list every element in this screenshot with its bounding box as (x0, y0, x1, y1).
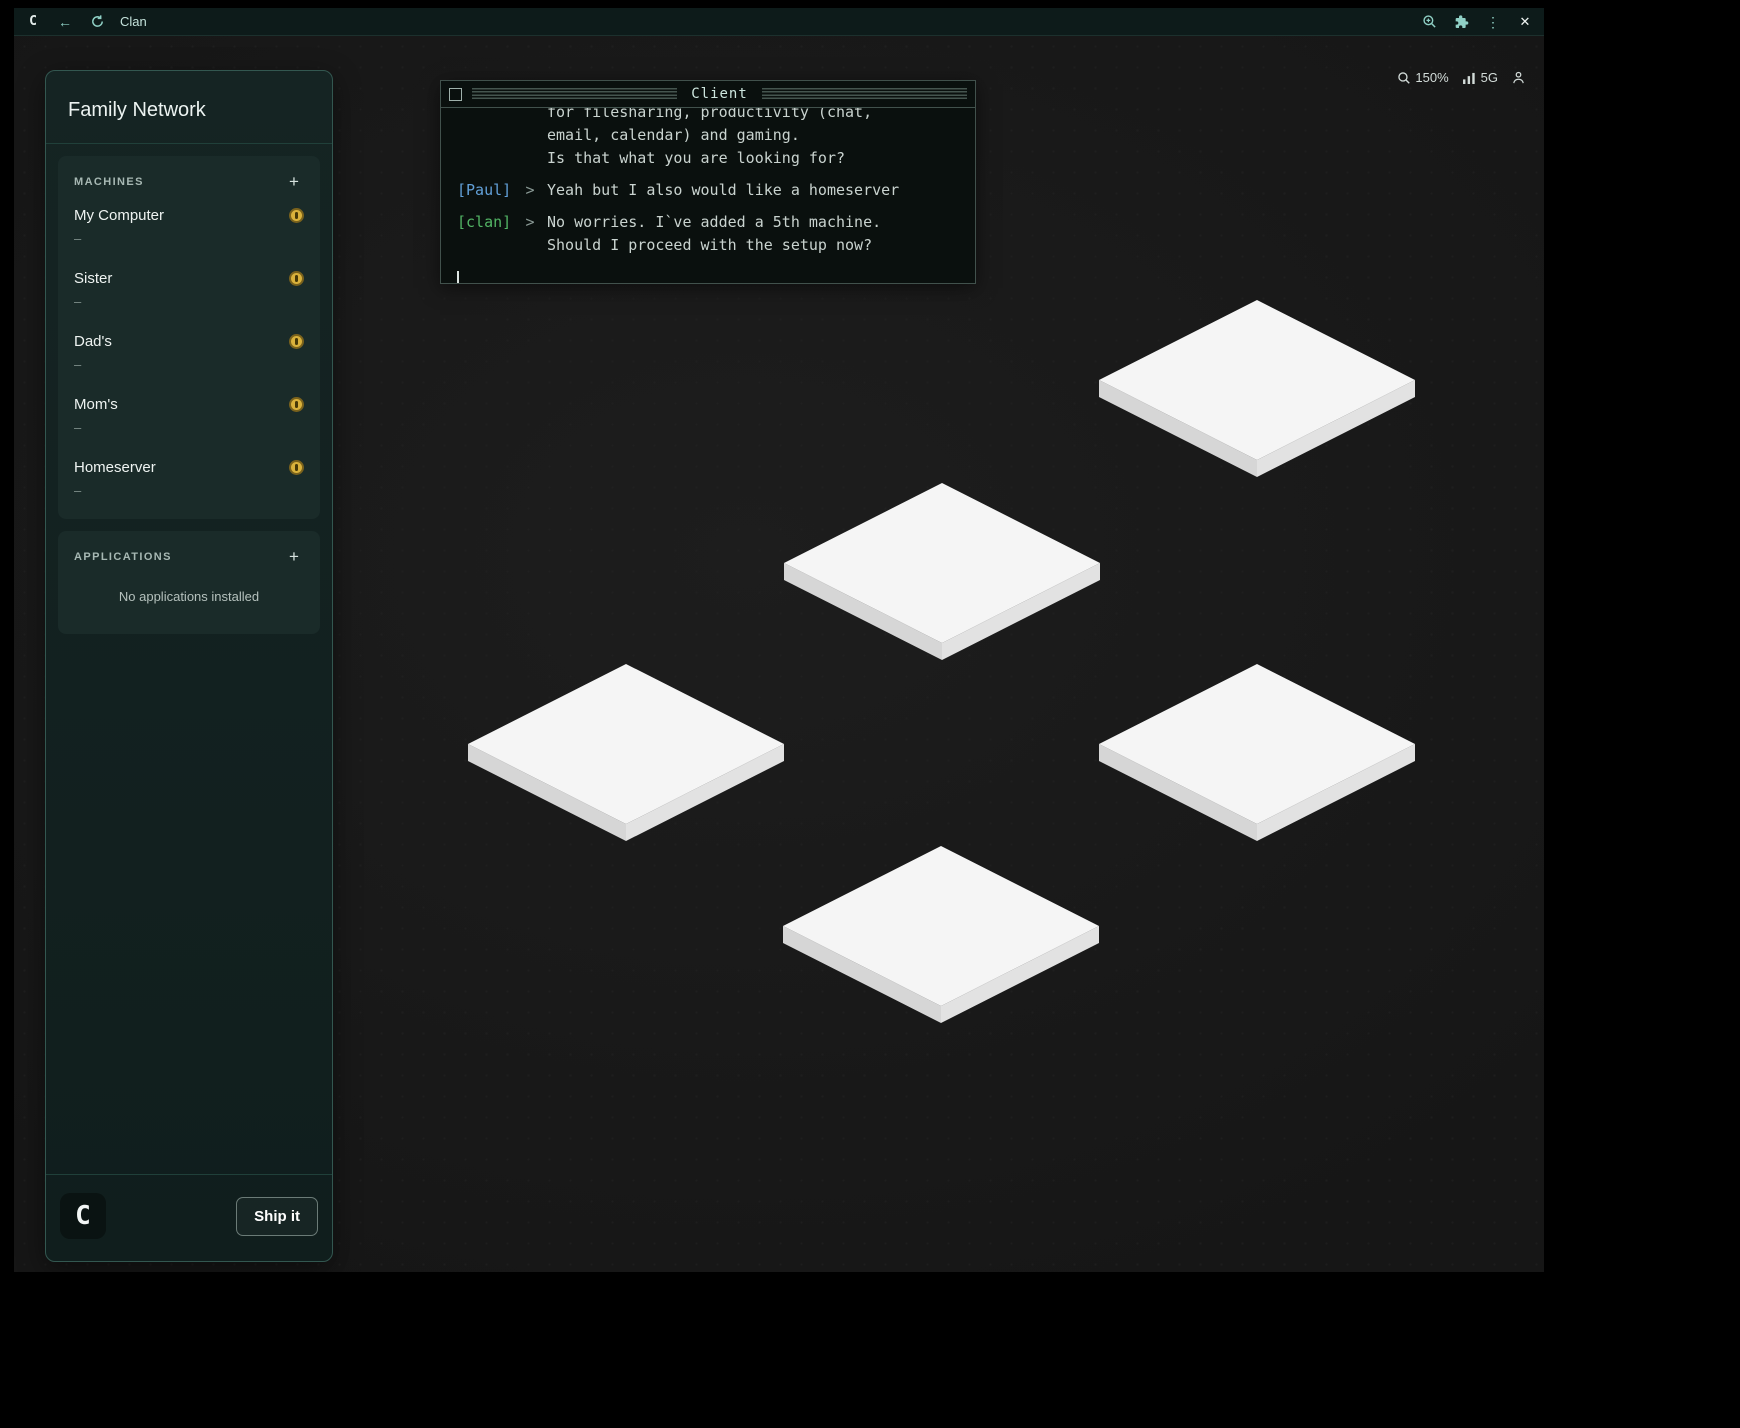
ship-it-button[interactable]: Ship it (236, 1197, 318, 1236)
machine-status-icon (289, 208, 304, 223)
kebab-icon: ⋮ (1486, 15, 1500, 29)
machine-item[interactable]: Mom's – (74, 385, 304, 448)
machines-section: MACHINES + My Computer – Sister (58, 156, 320, 519)
machines-header: MACHINES (74, 176, 144, 188)
terminal-titlebar[interactable]: Client (441, 81, 975, 108)
message-line: Is that what you are looking for? (547, 147, 959, 170)
machine-subtitle: – (74, 231, 304, 246)
zoom-button[interactable] (1420, 13, 1438, 31)
terminal-title: Client (687, 86, 752, 102)
divider (46, 143, 332, 144)
titlebar: C ← Clan ⋮ ✕ (14, 8, 1544, 36)
extensions-button[interactable] (1452, 13, 1470, 31)
message-line: for filesharing, productivity (chat, (547, 108, 959, 124)
sidebar: Family Network MACHINES + My Computer – (45, 70, 333, 1262)
machine-status-icon (289, 460, 304, 475)
clan-logo: C (60, 1193, 106, 1239)
message-line: No worries. I`ve added a 5th machine. (547, 211, 959, 234)
machine-name: My Computer (74, 207, 164, 224)
close-button[interactable]: ✕ (1516, 13, 1534, 31)
network-label: 5G (1481, 70, 1498, 85)
machine-tile[interactable] (784, 483, 1100, 660)
applications-empty-text: No applications installed (74, 571, 304, 626)
window-title: Clan (120, 14, 147, 29)
network-indicator[interactable]: 5G (1462, 70, 1498, 85)
chat-message: [clan] > No worries. I`ve added a 5th ma… (457, 211, 959, 257)
close-icon: ✕ (1520, 15, 1531, 28)
reload-icon (90, 14, 105, 29)
machine-item[interactable]: My Computer – (74, 196, 304, 259)
titlebar-stripes (472, 88, 677, 101)
add-machine-button[interactable]: + (284, 172, 304, 192)
terminal-close-box-icon[interactable] (449, 88, 462, 101)
machine-status-icon (289, 397, 304, 412)
machine-subtitle: – (74, 483, 304, 498)
machine-item[interactable]: Homeserver – (74, 448, 304, 511)
machine-name: Homeserver (74, 459, 156, 476)
user-indicator[interactable] (1511, 70, 1526, 85)
applications-section: APPLICATIONS + No applications installed (58, 531, 320, 634)
machine-name: Dad's (74, 333, 112, 350)
sidebar-footer: C Ship it (46, 1174, 332, 1261)
machine-tile[interactable] (783, 846, 1099, 1023)
machine-name: Sister (74, 270, 112, 287)
machine-status-icon (289, 334, 304, 349)
machine-tile[interactable] (468, 664, 784, 841)
prompt-separator (513, 108, 547, 170)
sidebar-title: Family Network (46, 71, 332, 143)
app-logo-icon: C (24, 13, 42, 31)
back-button[interactable]: ← (56, 13, 74, 31)
chat-message: for filesharing, productivity (chat, ema… (457, 108, 959, 170)
zoom-in-icon (1422, 14, 1437, 29)
app-window: C ← Clan ⋮ ✕ (14, 8, 1544, 1272)
zoom-icon (1397, 71, 1411, 85)
plus-icon: + (289, 172, 299, 192)
canvas-zoom-indicator[interactable]: 150% (1397, 70, 1448, 85)
message-line: Should I proceed with the setup now? (547, 234, 959, 257)
speaker-label: [Paul] (457, 179, 513, 202)
back-arrow-icon: ← (58, 15, 72, 29)
terminal-body[interactable]: for filesharing, productivity (chat, ema… (441, 108, 975, 283)
speaker-label (457, 108, 513, 170)
user-icon (1511, 70, 1526, 85)
machine-subtitle: – (74, 420, 304, 435)
message-line: email, calendar) and gaming. (547, 124, 959, 147)
network-canvas[interactable]: 150% 5G (14, 36, 1544, 1272)
titlebar-stripes (762, 88, 967, 101)
machine-tile[interactable] (1099, 300, 1415, 477)
reload-button[interactable] (88, 13, 106, 31)
machine-status-icon (289, 271, 304, 286)
sidebar-spacer (46, 634, 332, 1174)
machine-name: Mom's (74, 396, 118, 413)
machine-item[interactable]: Sister – (74, 259, 304, 322)
machine-item[interactable]: Dad's – (74, 322, 304, 385)
menu-button[interactable]: ⋮ (1484, 13, 1502, 31)
prompt-separator: > (513, 179, 547, 202)
zoom-level-text: 150% (1415, 70, 1448, 85)
canvas-hud: 150% 5G (1397, 70, 1526, 85)
machine-subtitle: – (74, 294, 304, 309)
machine-subtitle: – (74, 357, 304, 372)
signal-bars-icon (1462, 72, 1477, 84)
plus-icon: + (289, 547, 299, 567)
terminal-cursor (457, 271, 459, 284)
prompt-separator: > (513, 211, 547, 257)
puzzle-icon (1453, 14, 1469, 30)
add-application-button[interactable]: + (284, 547, 304, 567)
chat-message: [Paul] > Yeah but I also would like a ho… (457, 179, 959, 202)
terminal-input-line[interactable] (457, 267, 959, 283)
clan-logo-glyph: C (75, 1201, 91, 1231)
applications-header: APPLICATIONS (74, 551, 172, 563)
message-line: Yeah but I also would like a homeserver (547, 179, 959, 202)
terminal-scrollback: for filesharing, productivity (chat, ema… (457, 108, 959, 283)
speaker-label: [clan] (457, 211, 513, 257)
client-terminal-window: Client for filesharing, productivity (ch… (440, 80, 976, 284)
machine-tile[interactable] (1099, 664, 1415, 841)
